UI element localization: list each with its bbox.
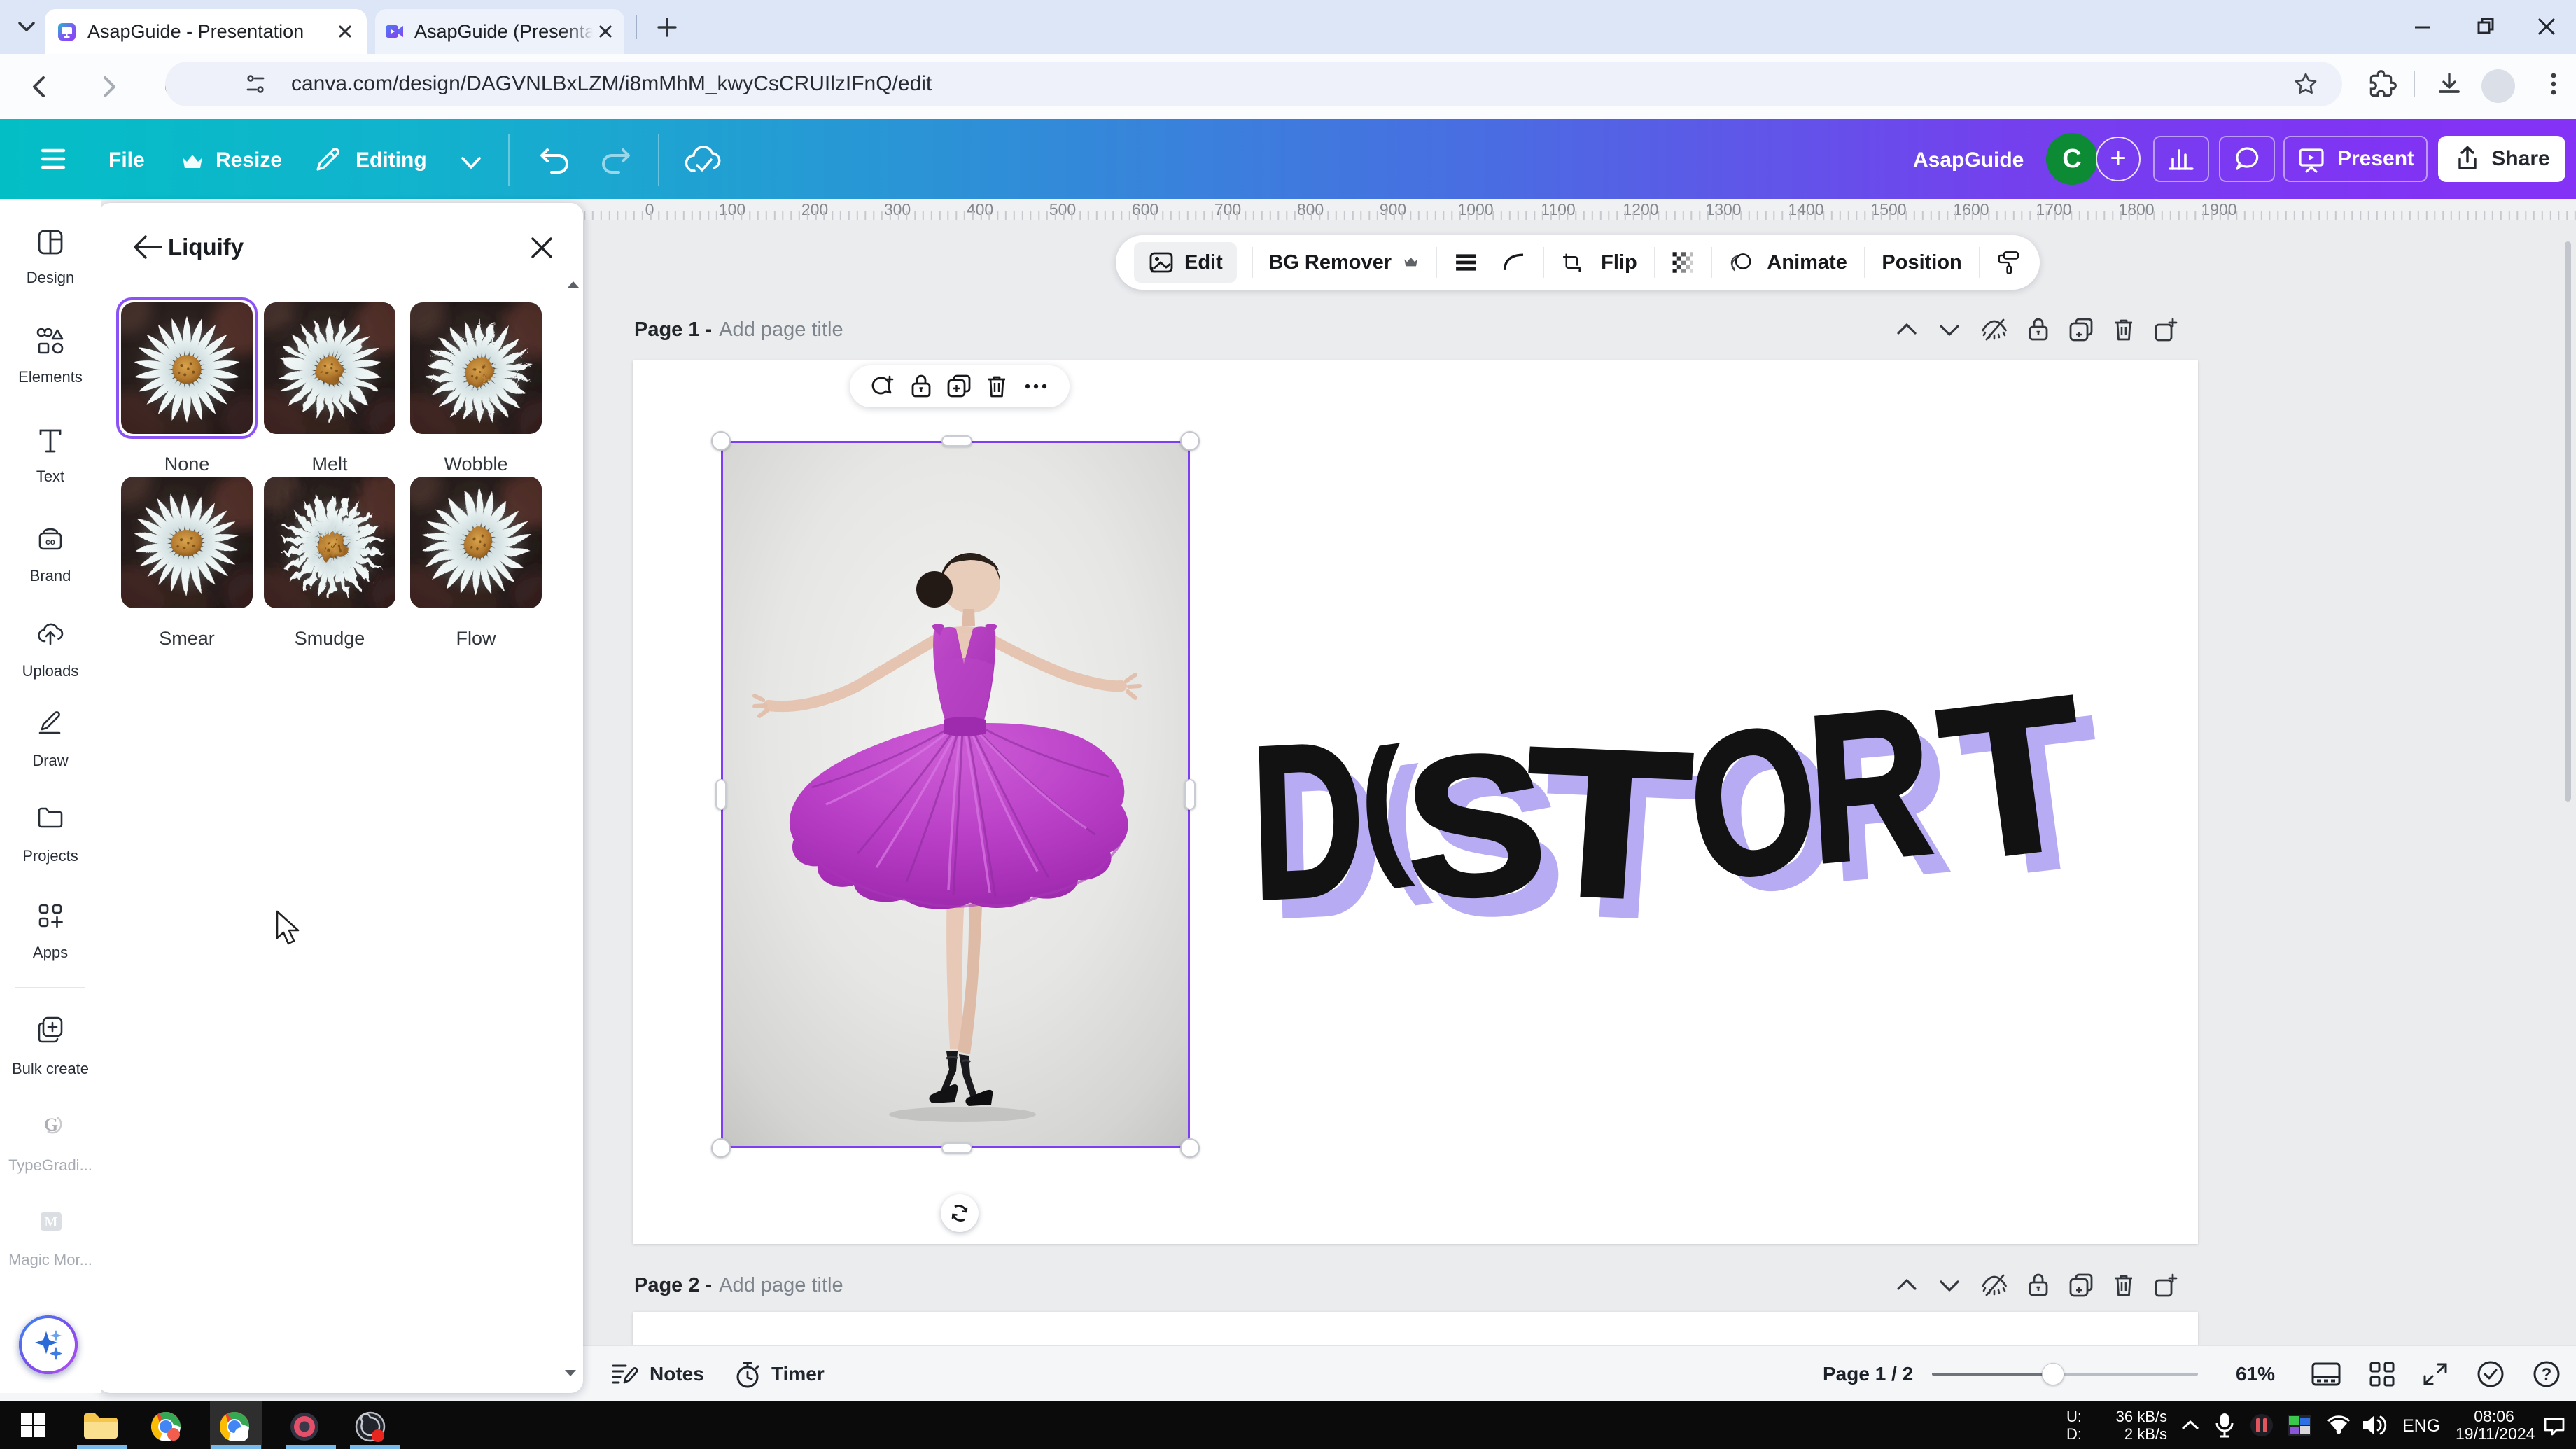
svg-text:?: ? <box>2542 1365 2552 1384</box>
svg-text:co: co <box>46 537 55 547</box>
svg-text:M: M <box>45 1214 58 1230</box>
